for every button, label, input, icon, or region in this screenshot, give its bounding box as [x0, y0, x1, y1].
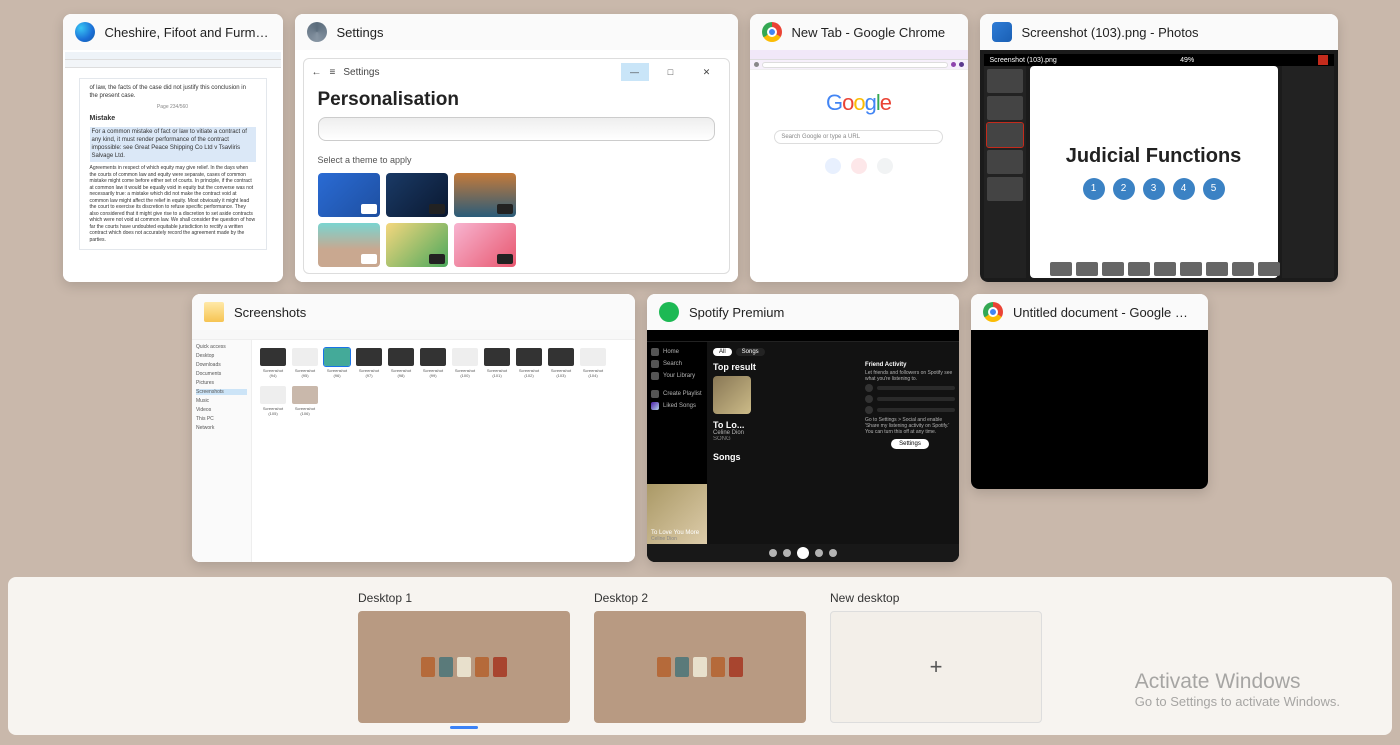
window-title: Screenshots — [234, 305, 306, 320]
window-header: Screenshots — [192, 294, 635, 330]
window-title: Screenshot (103).png - Photos — [1022, 25, 1199, 40]
album-art — [713, 376, 751, 414]
settings-thumbnail: ← ≡ Settings — □ ✕ Personalisation Selec… — [295, 50, 738, 282]
chrome-icon — [983, 302, 1003, 322]
friend-activity: Friend Activity Let friends and follower… — [865, 362, 955, 449]
window-spotify[interactable]: Spotify Premium Home Search Your Library… — [647, 294, 959, 562]
new-desktop[interactable]: New desktop + — [830, 591, 1042, 723]
photos-icon — [992, 22, 1012, 42]
repeat-icon — [829, 549, 837, 557]
theme-tile — [454, 173, 516, 217]
watermark-title: Activate Windows — [1135, 670, 1340, 694]
zoom-level: 49% — [1180, 57, 1194, 64]
circle: 1 — [1083, 178, 1105, 200]
window-edge[interactable]: Cheshire, Fifoot and Furmsto... of law, … — [63, 14, 283, 282]
window-title: Untitled document - Google Do... — [1013, 305, 1196, 320]
window-title: Cheshire, Fifoot and Furmsto... — [105, 25, 271, 40]
window-header: Screenshot (103).png - Photos — [980, 14, 1338, 50]
settings-subtitle: Select a theme to apply — [318, 155, 715, 165]
desktop-1[interactable]: Desktop 1 — [358, 591, 570, 723]
window-header: Settings — [295, 14, 738, 50]
task-view: Cheshire, Fifoot and Furmsto... of law, … — [0, 0, 1400, 576]
window-explorer[interactable]: Screenshots Quick access Desktop Downloa… — [192, 294, 635, 562]
settings-frame-title: Settings — [343, 67, 379, 78]
edge-para: Agreements in respect of which equity ma… — [90, 165, 256, 243]
window-header: Spotify Premium — [647, 294, 959, 330]
settings-icon — [307, 22, 327, 42]
close-icon: ✕ — [693, 63, 721, 81]
theme-tile — [318, 173, 380, 217]
window-photos[interactable]: Screenshot (103).png - Photos Screenshot… — [980, 14, 1338, 282]
shortcuts — [825, 158, 893, 174]
minimize-icon: — — [621, 63, 649, 81]
theme-tile — [386, 173, 448, 217]
theme-grid — [318, 173, 715, 267]
play-icon — [797, 547, 809, 559]
search-input: Search Google or type a URL — [774, 130, 942, 144]
folder-icon — [204, 302, 224, 322]
explorer-sidebar: Quick access Desktop Downloads Documents… — [192, 340, 252, 562]
maximize-icon: □ — [657, 63, 685, 81]
window-settings[interactable]: Settings ← ≡ Settings — □ ✕ Personalisat… — [295, 14, 738, 282]
slide-title: Judicial Functions — [1066, 145, 1242, 168]
edge-text: of law, the facts of the case did not ju… — [90, 85, 256, 101]
docs-thumbnail — [971, 330, 1208, 489]
circle: 4 — [1173, 178, 1195, 200]
back-icon: ← — [312, 67, 322, 78]
spotify-icon — [659, 302, 679, 322]
desktop-label: Desktop 1 — [358, 591, 570, 605]
chrome-icon — [762, 22, 782, 42]
window-header: Cheshire, Fifoot and Furmsto... — [63, 14, 283, 50]
pill-songs: Songs — [736, 348, 765, 356]
now-playing: To Love You More Celine Dion — [651, 530, 699, 542]
shuffle-icon — [769, 549, 777, 557]
songs-heading: Songs — [713, 452, 953, 462]
desktop-2[interactable]: Desktop 2 — [594, 591, 806, 723]
desktops-bar: Desktop 1 Desktop 2 New desktop — [8, 577, 1392, 735]
desktop-thumbnail[interactable] — [594, 611, 806, 723]
window-header: New Tab - Google Chrome — [750, 14, 968, 50]
menu-icon: ≡ — [330, 67, 336, 78]
edge-page: Page 234/560 — [90, 104, 256, 111]
window-chrome[interactable]: New Tab - Google Chrome Google Search Go… — [750, 14, 968, 282]
watermark-sub: Go to Settings to activate Windows. — [1135, 694, 1340, 709]
window-title: New Tab - Google Chrome — [792, 25, 946, 40]
window-title: Settings — [337, 25, 384, 40]
plus-icon: + — [930, 654, 943, 680]
settings-heading: Personalisation — [318, 89, 715, 111]
theme-tile — [318, 223, 380, 267]
circle: 2 — [1113, 178, 1135, 200]
google-logo: Google — [826, 90, 891, 116]
next-icon — [815, 549, 823, 557]
spotify-thumbnail: Home Search Your Library Create Playlist… — [647, 330, 959, 562]
photos-filename: Screenshot (103).png — [990, 57, 1057, 64]
theme-tile — [454, 223, 516, 267]
window-title: Spotify Premium — [689, 305, 784, 320]
chrome-thumbnail: Google Search Google or type a URL — [750, 50, 968, 282]
close-icon — [1318, 55, 1328, 65]
edge-icon — [75, 22, 95, 42]
window-header: Untitled document - Google Do... — [971, 294, 1208, 330]
theme-preview — [318, 117, 715, 141]
desktop-label: Desktop 2 — [594, 591, 806, 605]
activate-watermark: Activate Windows Go to Settings to activ… — [1135, 670, 1340, 709]
circle: 3 — [1143, 178, 1165, 200]
settings-button: Settings — [891, 439, 929, 449]
window-docs[interactable]: Untitled document - Google Do... — [971, 294, 1208, 489]
player-controls — [647, 544, 959, 562]
circle: 5 — [1203, 178, 1225, 200]
prev-icon — [783, 549, 791, 557]
photos-thumbnail: Screenshot (103).png 49% Judicial Functi… — [980, 50, 1338, 282]
pill-all: All — [713, 348, 732, 356]
edge-thumbnail: of law, the facts of the case did not ju… — [63, 50, 283, 282]
theme-tile — [386, 223, 448, 267]
new-desktop-button[interactable]: + — [830, 611, 1042, 723]
explorer-thumbnail: Quick access Desktop Downloads Documents… — [192, 330, 635, 562]
desktop-thumbnail[interactable] — [358, 611, 570, 723]
desktop-label: New desktop — [830, 591, 1042, 605]
edge-heading: Mistake — [90, 114, 256, 123]
edge-highlight: For a common mistake of fact or law to v… — [90, 127, 256, 162]
explorer-files: Screenshot (94) Screenshot (95) Screensh… — [252, 340, 635, 562]
